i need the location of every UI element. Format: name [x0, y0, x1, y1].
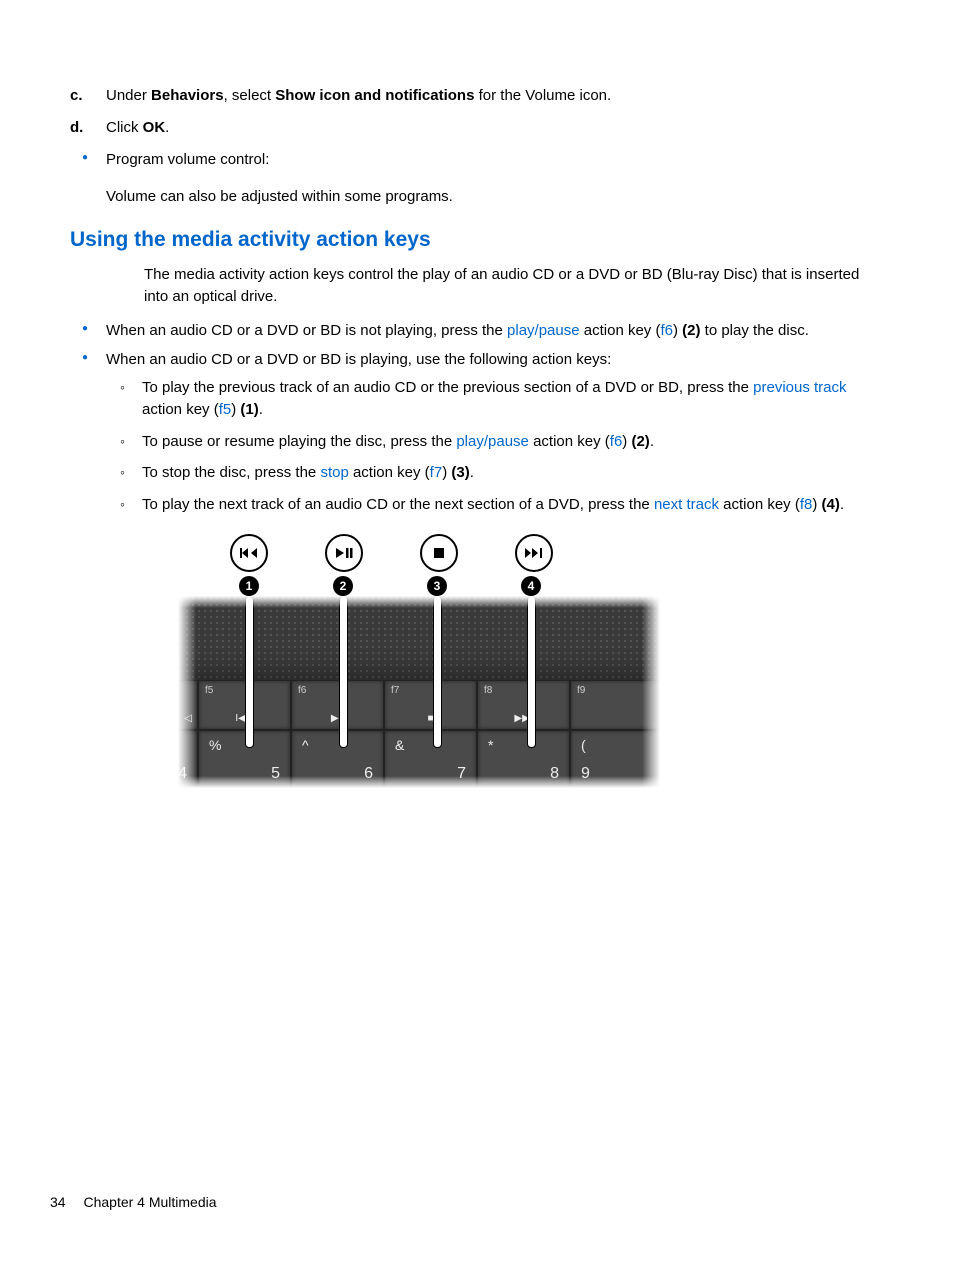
step-letter: c.	[70, 85, 94, 107]
link-text: play/pause	[507, 322, 580, 339]
text: To stop the disc, press the	[142, 464, 320, 481]
text: action key (	[719, 496, 800, 513]
text-bold: Show icon and notifications	[275, 87, 474, 104]
lettered-steps: c. Under Behaviors, select Show icon and…	[70, 85, 884, 139]
link-text: f6	[660, 322, 673, 339]
text: for the Volume icon.	[474, 87, 611, 104]
sub-list: To play the previous track of an audio C…	[106, 377, 884, 516]
callout-badge: 1	[239, 576, 259, 596]
text: .	[259, 401, 263, 418]
text: .	[650, 433, 654, 450]
section-heading: Using the media activity action keys	[70, 228, 884, 252]
f7-key: f7■	[384, 680, 477, 730]
text: , select	[224, 87, 276, 104]
f5-key: f5I◀◀	[198, 680, 291, 730]
text: To play the previous track of an audio C…	[142, 379, 753, 396]
list-item: Program volume control: Volume can also …	[70, 149, 884, 209]
step-letter: d.	[70, 117, 94, 139]
page-footer: 34 Chapter 4 Multimedia	[50, 1194, 217, 1210]
text-bold: OK	[143, 119, 166, 136]
play-pause-icon	[325, 534, 363, 572]
link-text: stop	[320, 464, 348, 481]
callout-badge: 4	[521, 576, 541, 596]
f6-key: f6▶II	[291, 680, 384, 730]
text: When an audio CD or a DVD or BD is playi…	[106, 351, 611, 368]
f8-key: f8▶▶I	[477, 680, 570, 730]
text: action key (	[142, 401, 219, 418]
list-item: To play the previous track of an audio C…	[106, 377, 884, 421]
text: action key (	[580, 322, 661, 339]
link-text: next track	[654, 496, 719, 513]
link-text: f6	[610, 433, 623, 450]
text: )	[812, 496, 821, 513]
text-bold: (1)	[240, 401, 258, 418]
chapter-label: Chapter 4 Multimedia	[83, 1194, 216, 1210]
diagram-number-row: 1 2 3 4	[178, 576, 660, 596]
callout-badge: 2	[333, 576, 353, 596]
bullet-list: Program volume control: Volume can also …	[70, 149, 884, 209]
bullet-list: When an audio CD or a DVD or BD is not p…	[70, 320, 884, 516]
link-text: play/pause	[456, 433, 529, 450]
text-bold: (4)	[822, 496, 840, 513]
previous-track-icon	[230, 534, 268, 572]
text: )	[673, 322, 682, 339]
link-text: previous track	[753, 379, 846, 396]
text: Program volume control:	[106, 151, 269, 168]
link-text: f8	[800, 496, 813, 513]
media-keys-diagram: 1 2 3 4 ◁ f5I◀◀ f6▶II f7■ f8▶▶I f9 4 %5	[178, 534, 660, 788]
list-item: To stop the disc, press the stop action …	[106, 462, 884, 484]
text: .	[165, 119, 169, 136]
callout-badge: 3	[427, 576, 447, 596]
text: action key (	[529, 433, 610, 450]
next-track-icon	[515, 534, 553, 572]
text: Volume can also be adjusted within some …	[106, 178, 884, 208]
link-text: f7	[430, 464, 443, 481]
text: )	[442, 464, 451, 481]
keyboard-illustration: ◁ f5I◀◀ f6▶II f7■ f8▶▶I f9 4 %5 ^6 &7 *8…	[178, 596, 660, 788]
intro-paragraph: The media activity action keys control t…	[144, 264, 884, 308]
list-item: When an audio CD or a DVD or BD is playi…	[70, 349, 884, 516]
list-item: To pause or resume playing the disc, pre…	[106, 431, 884, 453]
text: to play the disc.	[701, 322, 809, 339]
list-item: When an audio CD or a DVD or BD is not p…	[70, 320, 884, 342]
step-d: d. Click OK.	[70, 117, 884, 139]
text: Under	[106, 87, 151, 104]
page-number: 34	[50, 1194, 66, 1210]
text-bold: (2)	[682, 322, 700, 339]
text: .	[840, 496, 844, 513]
step-c: c. Under Behaviors, select Show icon and…	[70, 85, 884, 107]
text: Click	[106, 119, 143, 136]
text-bold: (2)	[631, 433, 649, 450]
text: To play the next track of an audio CD or…	[142, 496, 654, 513]
text: )	[231, 401, 240, 418]
text: To pause or resume playing the disc, pre…	[142, 433, 456, 450]
text-bold: Behaviors	[151, 87, 224, 104]
diagram-icon-row	[178, 534, 660, 572]
list-item: To play the next track of an audio CD or…	[106, 494, 884, 516]
text-bold: (3)	[451, 464, 469, 481]
text: When an audio CD or a DVD or BD is not p…	[106, 322, 507, 339]
stop-icon	[420, 534, 458, 572]
text: action key (	[349, 464, 430, 481]
link-text: f5	[219, 401, 232, 418]
text: .	[470, 464, 474, 481]
